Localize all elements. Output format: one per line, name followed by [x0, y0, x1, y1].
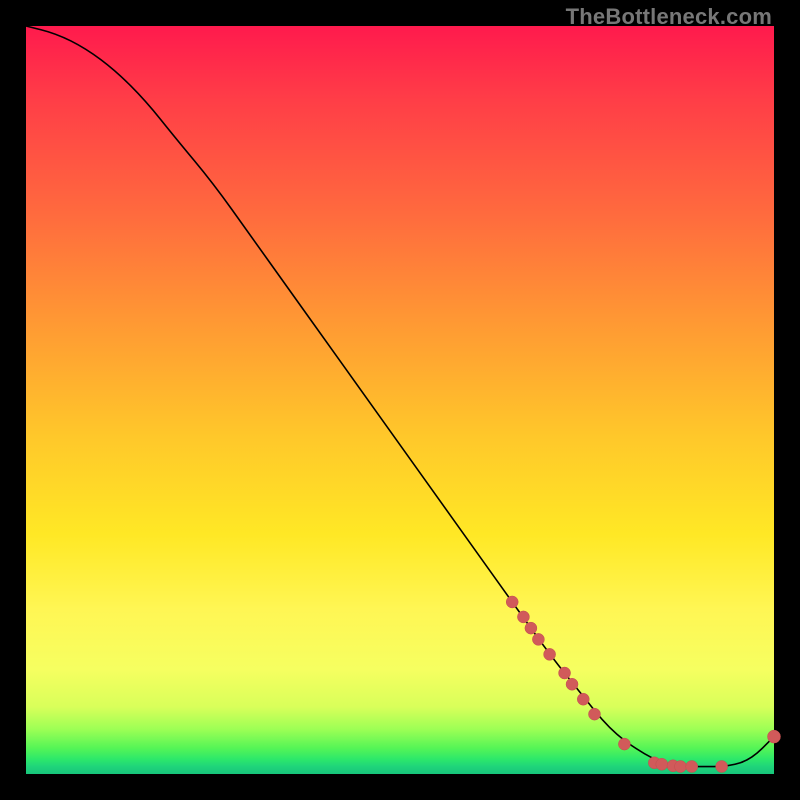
data-point [506, 596, 518, 608]
data-point [532, 633, 544, 645]
data-point [618, 738, 630, 750]
data-point [768, 730, 781, 743]
data-markers [506, 596, 780, 773]
bottleneck-curve [26, 26, 774, 767]
data-point [559, 667, 571, 679]
data-point [544, 648, 556, 660]
data-point [588, 708, 600, 720]
data-point [675, 761, 687, 773]
chart-overlay [26, 26, 774, 774]
data-point [517, 611, 529, 623]
data-point [686, 761, 698, 773]
data-point [716, 761, 728, 773]
data-point [656, 758, 668, 770]
data-point [566, 678, 578, 690]
data-point [577, 693, 589, 705]
chart-stage: TheBottleneck.com [0, 0, 800, 800]
data-point [525, 622, 537, 634]
